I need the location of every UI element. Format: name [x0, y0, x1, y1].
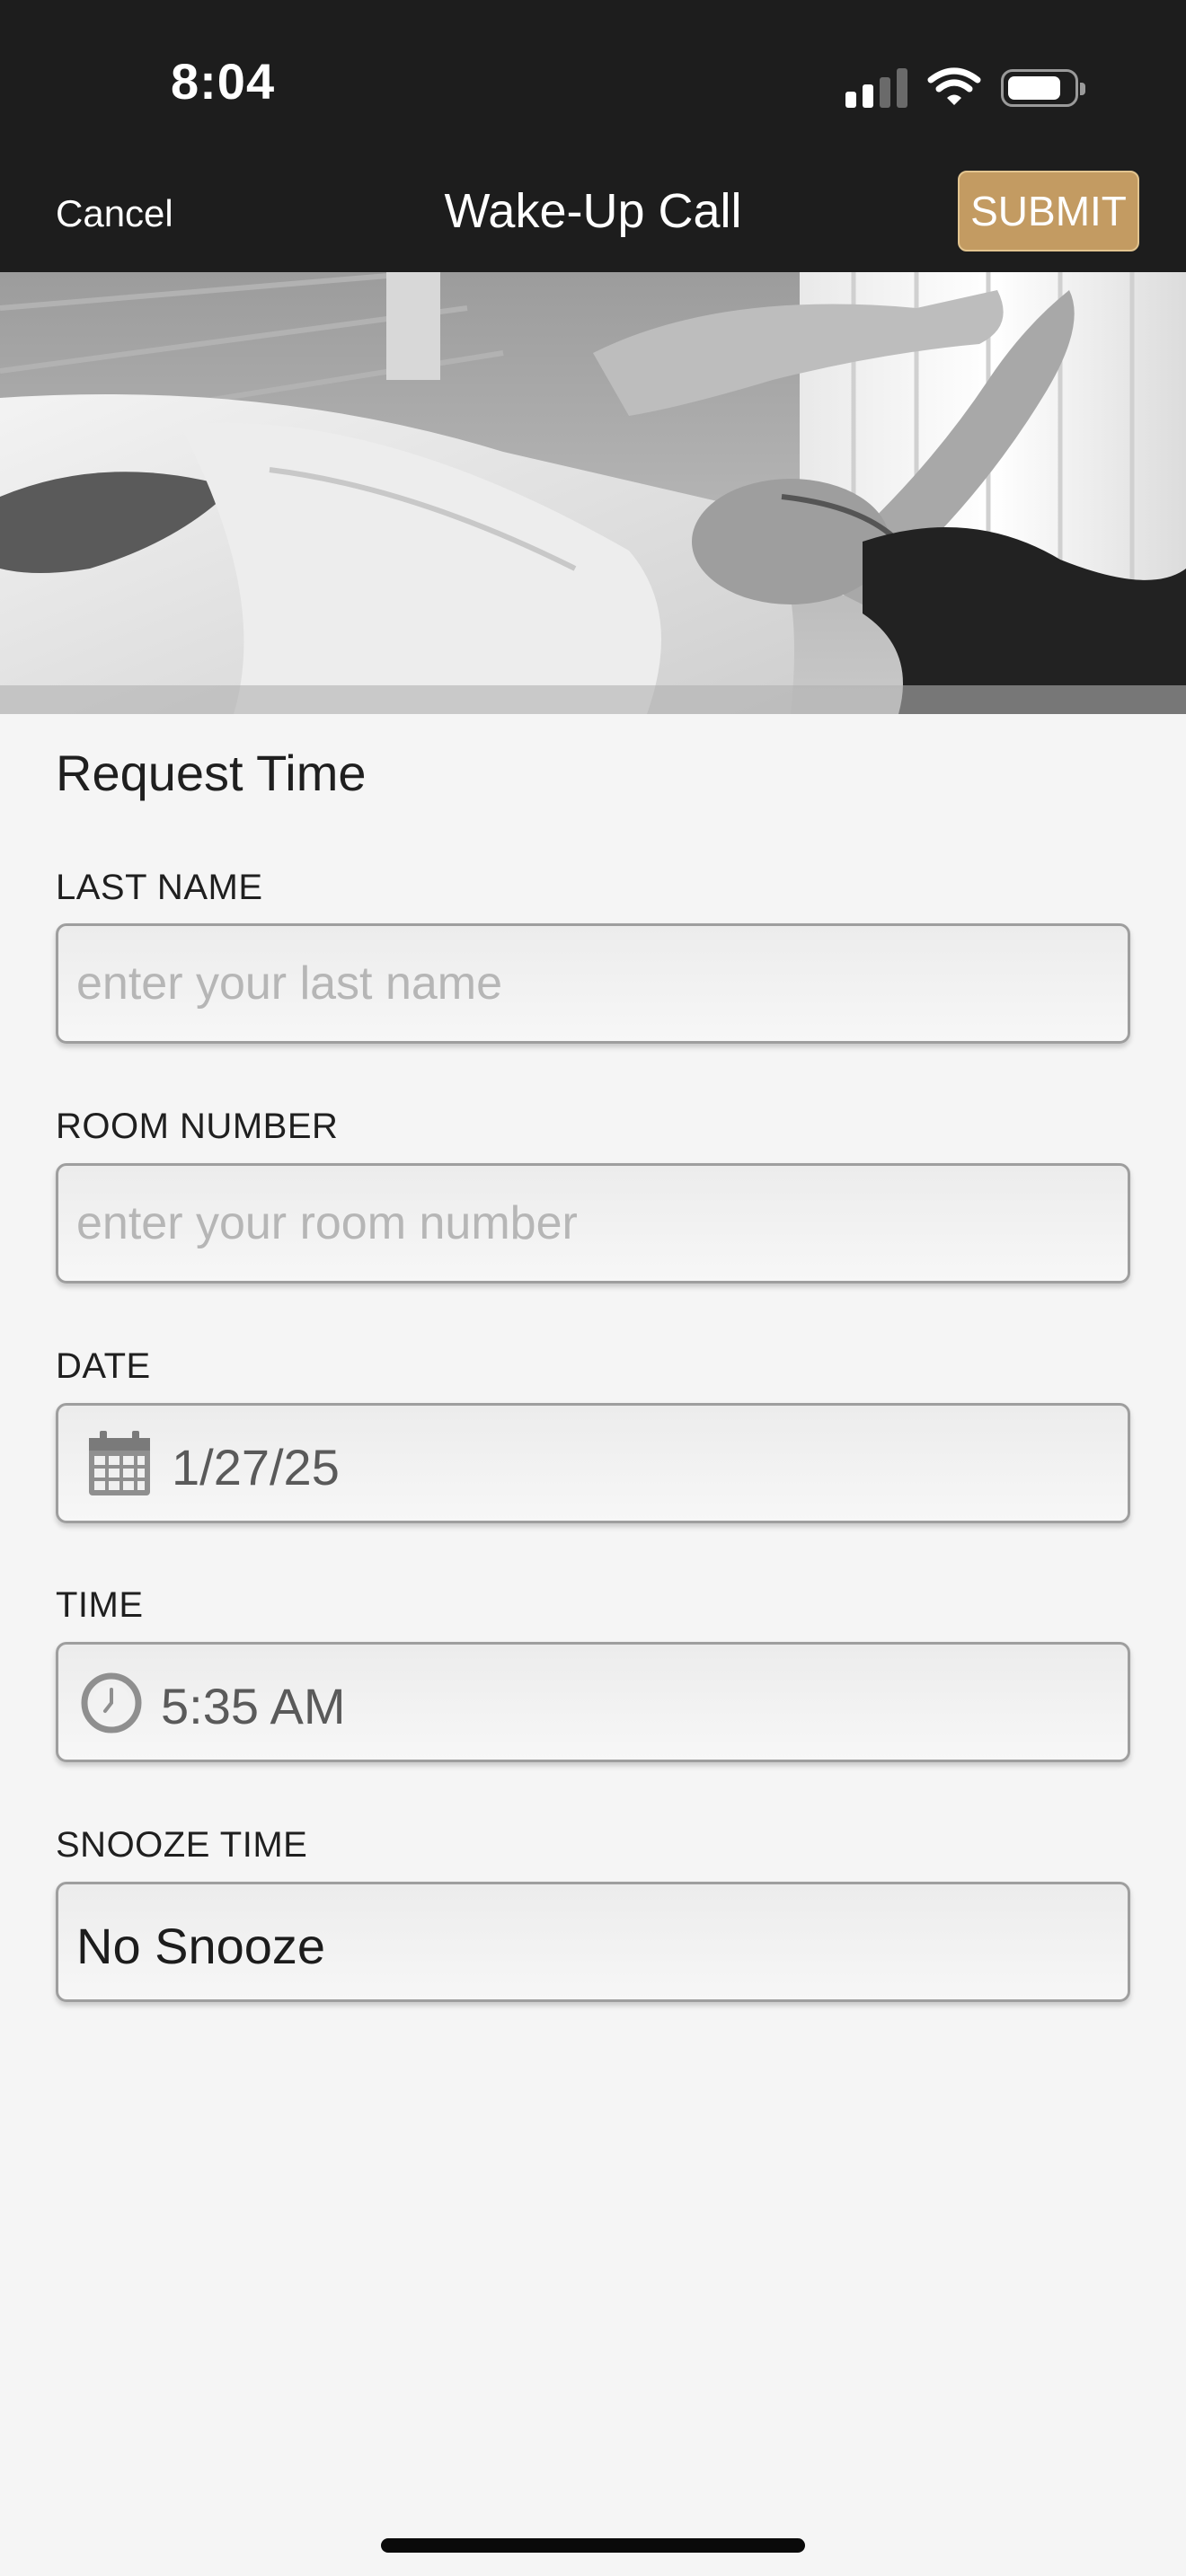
- last-name-input[interactable]: [76, 926, 1110, 1041]
- date-field[interactable]: 1/27/25: [56, 1403, 1130, 1523]
- section-title: Request Time: [56, 745, 367, 801]
- calendar-icon: [89, 1431, 150, 1495]
- hero-image: [0, 272, 1186, 714]
- date-label: DATE: [56, 1346, 151, 1386]
- room-number-label: ROOM NUMBER: [56, 1107, 339, 1146]
- wifi-icon: [927, 67, 981, 105]
- hero-photo-illustration: [0, 272, 1186, 714]
- snooze-time-value: No Snooze: [76, 1918, 326, 1974]
- home-indicator[interactable]: [381, 2538, 805, 2553]
- last-name-label: LAST NAME: [56, 868, 263, 907]
- time-value: 5:35 AM: [161, 1678, 346, 1734]
- signal-icon: [845, 68, 907, 108]
- status-icons: [845, 63, 1085, 113]
- room-number-field[interactable]: [56, 1163, 1130, 1284]
- status-time: 8:04: [171, 53, 276, 110]
- submit-button[interactable]: SUBMIT: [958, 171, 1139, 251]
- top-bar: 8:04 Cancel Wake-Up Call SUBMIT: [0, 0, 1186, 272]
- snooze-time-field[interactable]: No Snooze: [56, 1882, 1130, 2002]
- snooze-time-label: SNOOZE TIME: [56, 1825, 308, 1865]
- last-name-field[interactable]: [56, 923, 1130, 1044]
- clock-icon: [81, 1672, 142, 1734]
- battery-icon: [1001, 69, 1085, 107]
- wake-up-call-screen: 8:04 Cancel Wake-Up Call SUBMIT Request …: [0, 0, 1186, 2576]
- room-number-input[interactable]: [76, 1166, 1110, 1281]
- date-value: 1/27/25: [172, 1439, 340, 1495]
- time-label: TIME: [56, 1585, 144, 1625]
- time-field[interactable]: 5:35 AM: [56, 1642, 1130, 1762]
